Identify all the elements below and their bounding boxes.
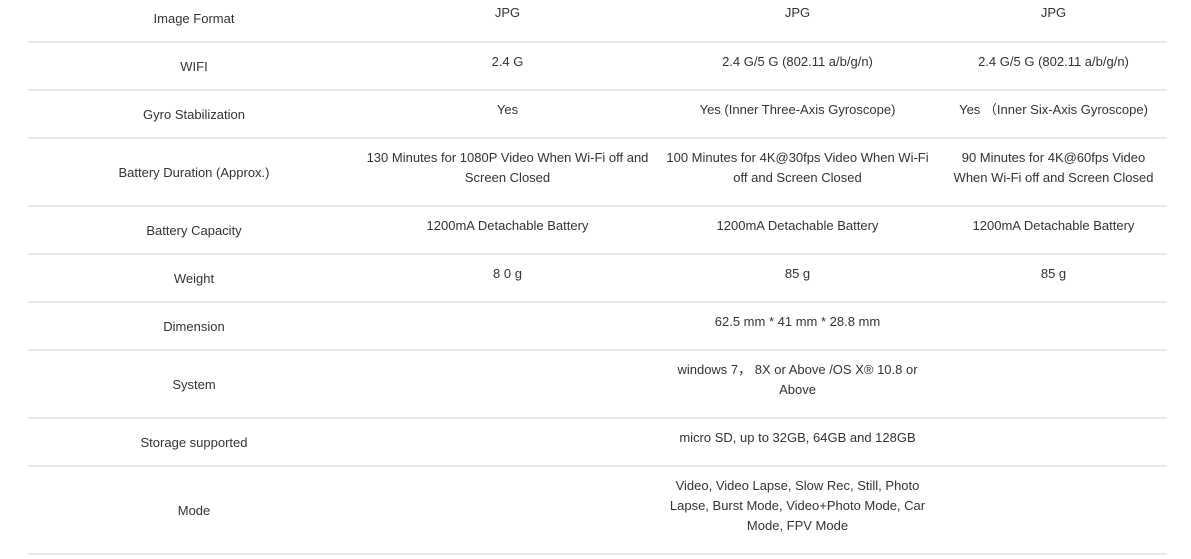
spec-label: System (28, 350, 360, 419)
spec-table: Image Format JPG JPG JPG WIFI 2.4 G 2.4 G/5 G … (28, 0, 1167, 555)
spec-row-gyro-stabilization: Gyro Stabilization Yes Yes (Inner Three-Ax… (28, 90, 1167, 139)
spec-value: 62.5 mm * 41 mm * 28.8 mm (655, 302, 940, 351)
spec-value: Yes （Inner Six-Axis Gyroscope) (940, 90, 1167, 139)
spec-value: micro SD, up to 32GB, 64GB and 128GB (655, 418, 940, 467)
spec-row-storage-supported: Storage supported micro SD, up to 32GB, 6… (28, 418, 1167, 467)
spec-row-battery-duration: Battery Duration (Approx.) 130 Minutes fo… (28, 138, 1167, 207)
spec-value: Yes (Inner Three-Axis Gyroscope) (655, 90, 940, 139)
spec-value (940, 302, 1167, 351)
spec-label: Battery Capacity (28, 206, 360, 255)
spec-value: 1200mA Detachable Battery (940, 206, 1167, 255)
spec-row-mode: Mode Video, Video Lapse, Slow Rec, Still,… (28, 466, 1167, 555)
spec-value (360, 418, 655, 467)
spec-label: Storage supported (28, 418, 360, 467)
spec-label: Battery Duration (Approx.) (28, 138, 360, 207)
spec-value: 8 0 g (360, 254, 655, 303)
spec-row-image-format: Image Format JPG JPG JPG (28, 0, 1167, 43)
spec-value: 130 Minutes for 1080P Video When Wi-Fi o… (360, 138, 655, 207)
spec-label: Gyro Stabilization (28, 90, 360, 139)
spec-value (360, 350, 655, 419)
spec-value: 85 g (940, 254, 1167, 303)
spec-value: 2.4 G/5 G (802.11 a/b/g/n) (940, 42, 1167, 91)
spec-row-wifi: WIFI 2.4 G 2.4 G/5 G (802.11 a/b/g/n) 2.4 G… (28, 42, 1167, 91)
spec-value (940, 418, 1167, 467)
spec-value: Yes (360, 90, 655, 139)
spec-row-weight: Weight 8 0 g 85 g 85 g (28, 254, 1167, 303)
spec-value: 1200mA Detachable Battery (655, 206, 940, 255)
spec-value: JPG (360, 0, 655, 43)
spec-value: windows 7， 8X or Above /OS X® 10.8 or Ab… (655, 350, 940, 419)
spec-value: 2.4 G (360, 42, 655, 91)
spec-value: 1200mA Detachable Battery (360, 206, 655, 255)
spec-value: 85 g (655, 254, 940, 303)
spec-label: Mode (28, 466, 360, 555)
spec-value (940, 350, 1167, 419)
spec-value: Video, Video Lapse, Slow Rec, Still, Pho… (655, 466, 940, 555)
spec-value: 100 Minutes for 4K@30fps Video When Wi-F… (655, 138, 940, 207)
spec-value: JPG (940, 0, 1167, 43)
spec-label: Weight (28, 254, 360, 303)
spec-row-dimension: Dimension 62.5 mm * 41 mm * 28.8 mm (28, 302, 1167, 351)
spec-value (360, 466, 655, 555)
spec-value (940, 466, 1167, 555)
spec-row-battery-capacity: Battery Capacity 1200mA Detachable Batter… (28, 206, 1167, 255)
spec-value (360, 302, 655, 351)
spec-label: Dimension (28, 302, 360, 351)
spec-value: 2.4 G/5 G (802.11 a/b/g/n) (655, 42, 940, 91)
spec-row-system: System windows 7， 8X or Above /OS X® 10.8… (28, 350, 1167, 419)
spec-label: Image Format (28, 0, 360, 43)
spec-value: JPG (655, 0, 940, 43)
spec-label: WIFI (28, 42, 360, 91)
spec-value: 90 Minutes for 4K@60fps Video When Wi-Fi… (940, 138, 1167, 207)
